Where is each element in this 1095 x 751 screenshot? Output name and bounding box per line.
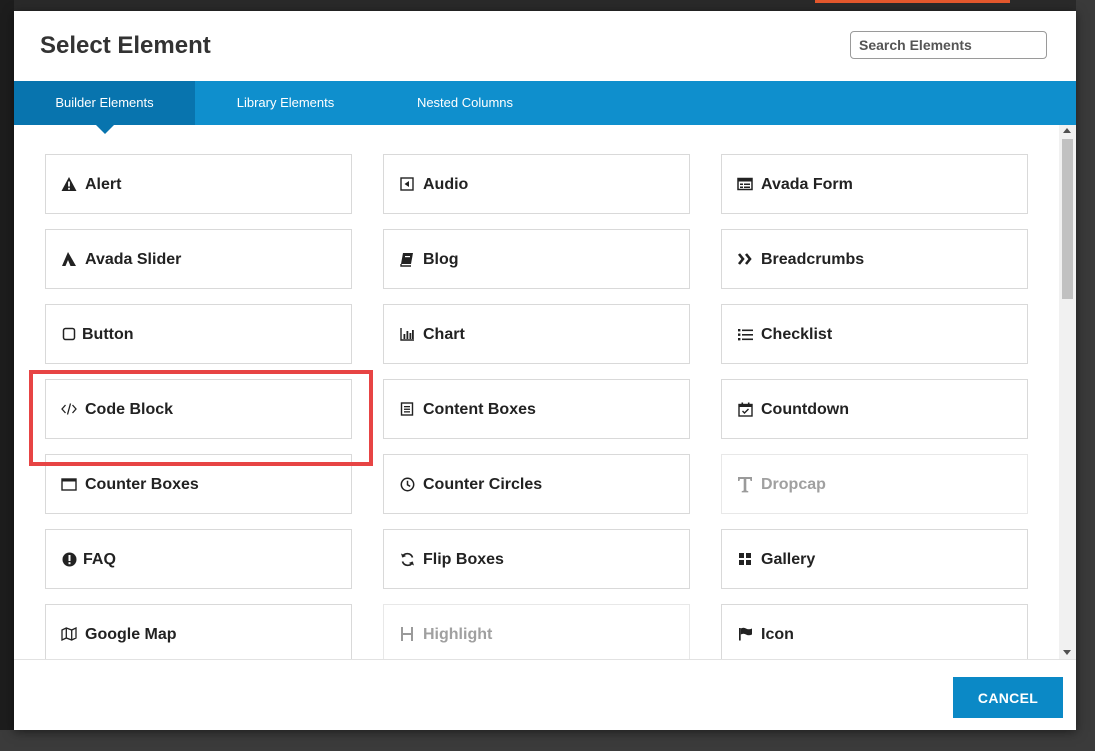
element-content-boxes[interactable]: Content Boxes — [383, 379, 690, 439]
element-avada-slider[interactable]: Avada Slider — [45, 229, 352, 289]
element-countdown[interactable]: Countdown — [721, 379, 1028, 439]
tab-library-elements[interactable]: Library Elements — [195, 81, 376, 125]
modal-header: Select Element — [14, 11, 1076, 81]
element-faq[interactable]: FAQ — [45, 529, 352, 589]
element-label: Alert — [85, 176, 122, 193]
tab-nested-columns[interactable]: Nested Columns — [376, 81, 554, 125]
element-label: Dropcap — [761, 476, 826, 493]
warning-icon — [60, 175, 78, 193]
tab-label: Builder Elements — [55, 95, 154, 110]
element-button[interactable]: Button — [45, 304, 352, 364]
square-icon — [60, 325, 78, 343]
gallery-icon — [736, 550, 754, 568]
element-label: Countdown — [761, 401, 849, 418]
element-label: Gallery — [761, 551, 816, 568]
tab-label: Nested Columns — [416, 95, 514, 110]
map-icon — [60, 625, 78, 643]
select-element-modal: Select Element Builder Elements Library … — [14, 11, 1076, 730]
element-checklist[interactable]: Checklist — [721, 304, 1028, 364]
dropcap-icon — [736, 475, 754, 493]
code-block-highlight-outline — [29, 370, 373, 466]
element-label: Breadcrumbs — [761, 251, 865, 268]
element-label: Avada Slider — [85, 251, 182, 268]
grid-scrollbar[interactable] — [1059, 125, 1076, 659]
element-label: Content Boxes — [423, 401, 536, 418]
element-label: Checklist — [761, 326, 833, 343]
elements-grid: Alert Audio Avada Form Avada Slider Blog… — [14, 125, 1076, 659]
audio-icon — [398, 175, 416, 193]
modal-footer: CANCEL — [14, 659, 1076, 730]
modal-title: Select Element — [40, 32, 211, 59]
form-icon — [736, 175, 754, 193]
element-label: Flip Boxes — [423, 551, 504, 568]
element-chart[interactable]: Chart — [383, 304, 690, 364]
flag-icon — [736, 625, 754, 643]
element-blog[interactable]: Blog — [383, 229, 690, 289]
highlight-icon — [398, 625, 416, 643]
element-label: Icon — [761, 626, 794, 643]
element-label: Avada Form — [761, 176, 853, 193]
element-flip-boxes[interactable]: Flip Boxes — [383, 529, 690, 589]
element-audio[interactable]: Audio — [383, 154, 690, 214]
list-icon — [736, 325, 754, 343]
element-dropcap[interactable]: Dropcap — [721, 454, 1028, 514]
element-breadcrumbs[interactable]: Breadcrumbs — [721, 229, 1028, 289]
element-label: Counter Circles — [423, 476, 543, 493]
calendar-icon — [736, 400, 754, 418]
backdrop-accent-bar — [815, 0, 1010, 3]
cancel-button[interactable]: CANCEL — [953, 677, 1063, 718]
element-counter-circles[interactable]: Counter Circles — [383, 454, 690, 514]
element-alert[interactable]: Alert — [45, 154, 352, 214]
element-label: Counter Boxes — [85, 476, 199, 493]
element-highlight[interactable]: Highlight — [383, 604, 690, 659]
double-chevron-icon — [736, 250, 754, 268]
element-label: FAQ — [83, 551, 116, 568]
scroll-up-arrow-icon[interactable] — [1063, 128, 1071, 133]
backdrop-left — [0, 0, 14, 751]
content-boxes-icon — [398, 400, 416, 418]
tab-label: Library Elements — [236, 95, 335, 110]
counter-box-icon — [60, 475, 78, 493]
element-label: Audio — [423, 176, 469, 193]
search-input[interactable] — [850, 31, 1047, 59]
backdrop-right — [1076, 0, 1095, 751]
clock-icon — [398, 475, 416, 493]
scroll-down-arrow-icon[interactable] — [1063, 650, 1071, 655]
scroll-thumb[interactable] — [1062, 139, 1073, 299]
element-label: Chart — [423, 326, 465, 343]
flip-icon — [398, 550, 416, 568]
element-label: Button — [82, 326, 134, 343]
element-label: Google Map — [85, 626, 177, 643]
element-avada-form[interactable]: Avada Form — [721, 154, 1028, 214]
element-google-map[interactable]: Google Map — [45, 604, 352, 659]
element-label: Blog — [423, 251, 459, 268]
avada-icon — [60, 250, 78, 268]
element-label: Highlight — [423, 626, 493, 643]
element-icon[interactable]: Icon — [721, 604, 1028, 659]
book-icon — [398, 250, 416, 268]
tab-builder-elements[interactable]: Builder Elements — [14, 81, 195, 134]
info-circle-icon — [60, 550, 78, 568]
element-gallery[interactable]: Gallery — [721, 529, 1028, 589]
tab-bar: Builder Elements Library Elements Nested… — [14, 81, 1076, 134]
backdrop-bottom — [0, 730, 1095, 751]
chart-icon — [398, 325, 416, 343]
